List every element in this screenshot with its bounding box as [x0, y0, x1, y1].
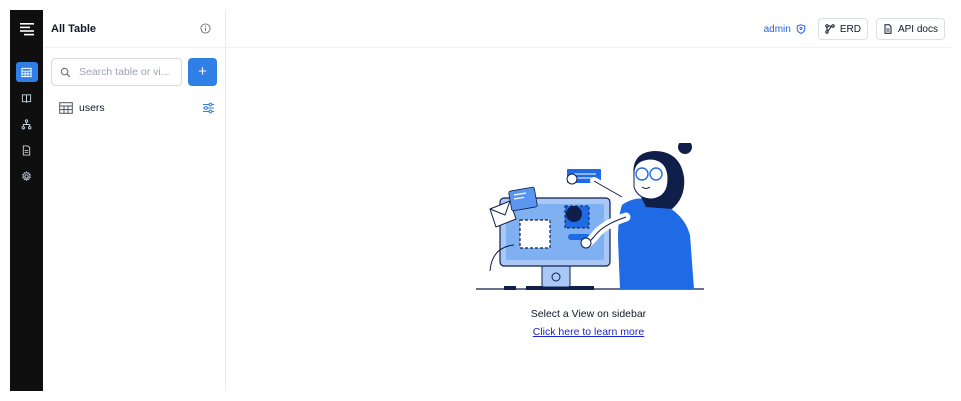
empty-state-illustration: [476, 143, 704, 290]
erd-button[interactable]: ERD: [817, 18, 868, 40]
shield-icon: [796, 24, 806, 34]
menu-logo-icon[interactable]: [19, 22, 35, 36]
search-box[interactable]: [51, 58, 182, 86]
hierarchy-icon: [21, 118, 32, 129]
book-icon: [21, 93, 32, 103]
search-input[interactable]: [79, 66, 173, 78]
rail-item-files[interactable]: [16, 140, 38, 160]
sidebar-header: All Table: [43, 10, 225, 48]
user-name: admin: [763, 23, 791, 35]
info-icon[interactable]: [200, 23, 211, 34]
learn-more-link-wrap: Click here to learn more: [226, 326, 951, 338]
sidebar-search-row: +: [51, 58, 217, 86]
file-icon: [22, 144, 31, 156]
table-sidebar: All Table + users: [43, 10, 226, 391]
document-icon: [884, 24, 892, 34]
sidebar-title: All Table: [51, 22, 97, 35]
add-table-button[interactable]: +: [188, 58, 217, 86]
table-icon: [21, 67, 32, 77]
rail-item-docs[interactable]: [16, 88, 38, 108]
learn-more-link[interactable]: Click here to learn more: [533, 326, 644, 338]
user-menu[interactable]: admin: [764, 24, 806, 35]
rail-item-settings[interactable]: [16, 166, 38, 186]
search-icon: [60, 67, 71, 77]
top-bar: admin ERD API docs: [226, 10, 951, 48]
app-rail: [10, 10, 43, 391]
rail-item-tables[interactable]: [15, 62, 38, 82]
table-name: users: [79, 102, 105, 114]
table-icon: [59, 102, 73, 114]
api-docs-label: API docs: [897, 23, 938, 35]
rail-item-erd[interactable]: [16, 114, 38, 134]
table-settings-icon[interactable]: [202, 102, 215, 114]
erd-label: ERD: [839, 23, 861, 35]
erd-icon: [825, 24, 835, 34]
api-docs-button[interactable]: API docs: [875, 18, 945, 40]
main-content: Select a View on sidebar Click here to l…: [226, 48, 951, 391]
empty-state-message: Select a View on sidebar: [530, 308, 647, 320]
gear-icon: [22, 170, 31, 181]
table-list-item[interactable]: users: [51, 98, 217, 118]
